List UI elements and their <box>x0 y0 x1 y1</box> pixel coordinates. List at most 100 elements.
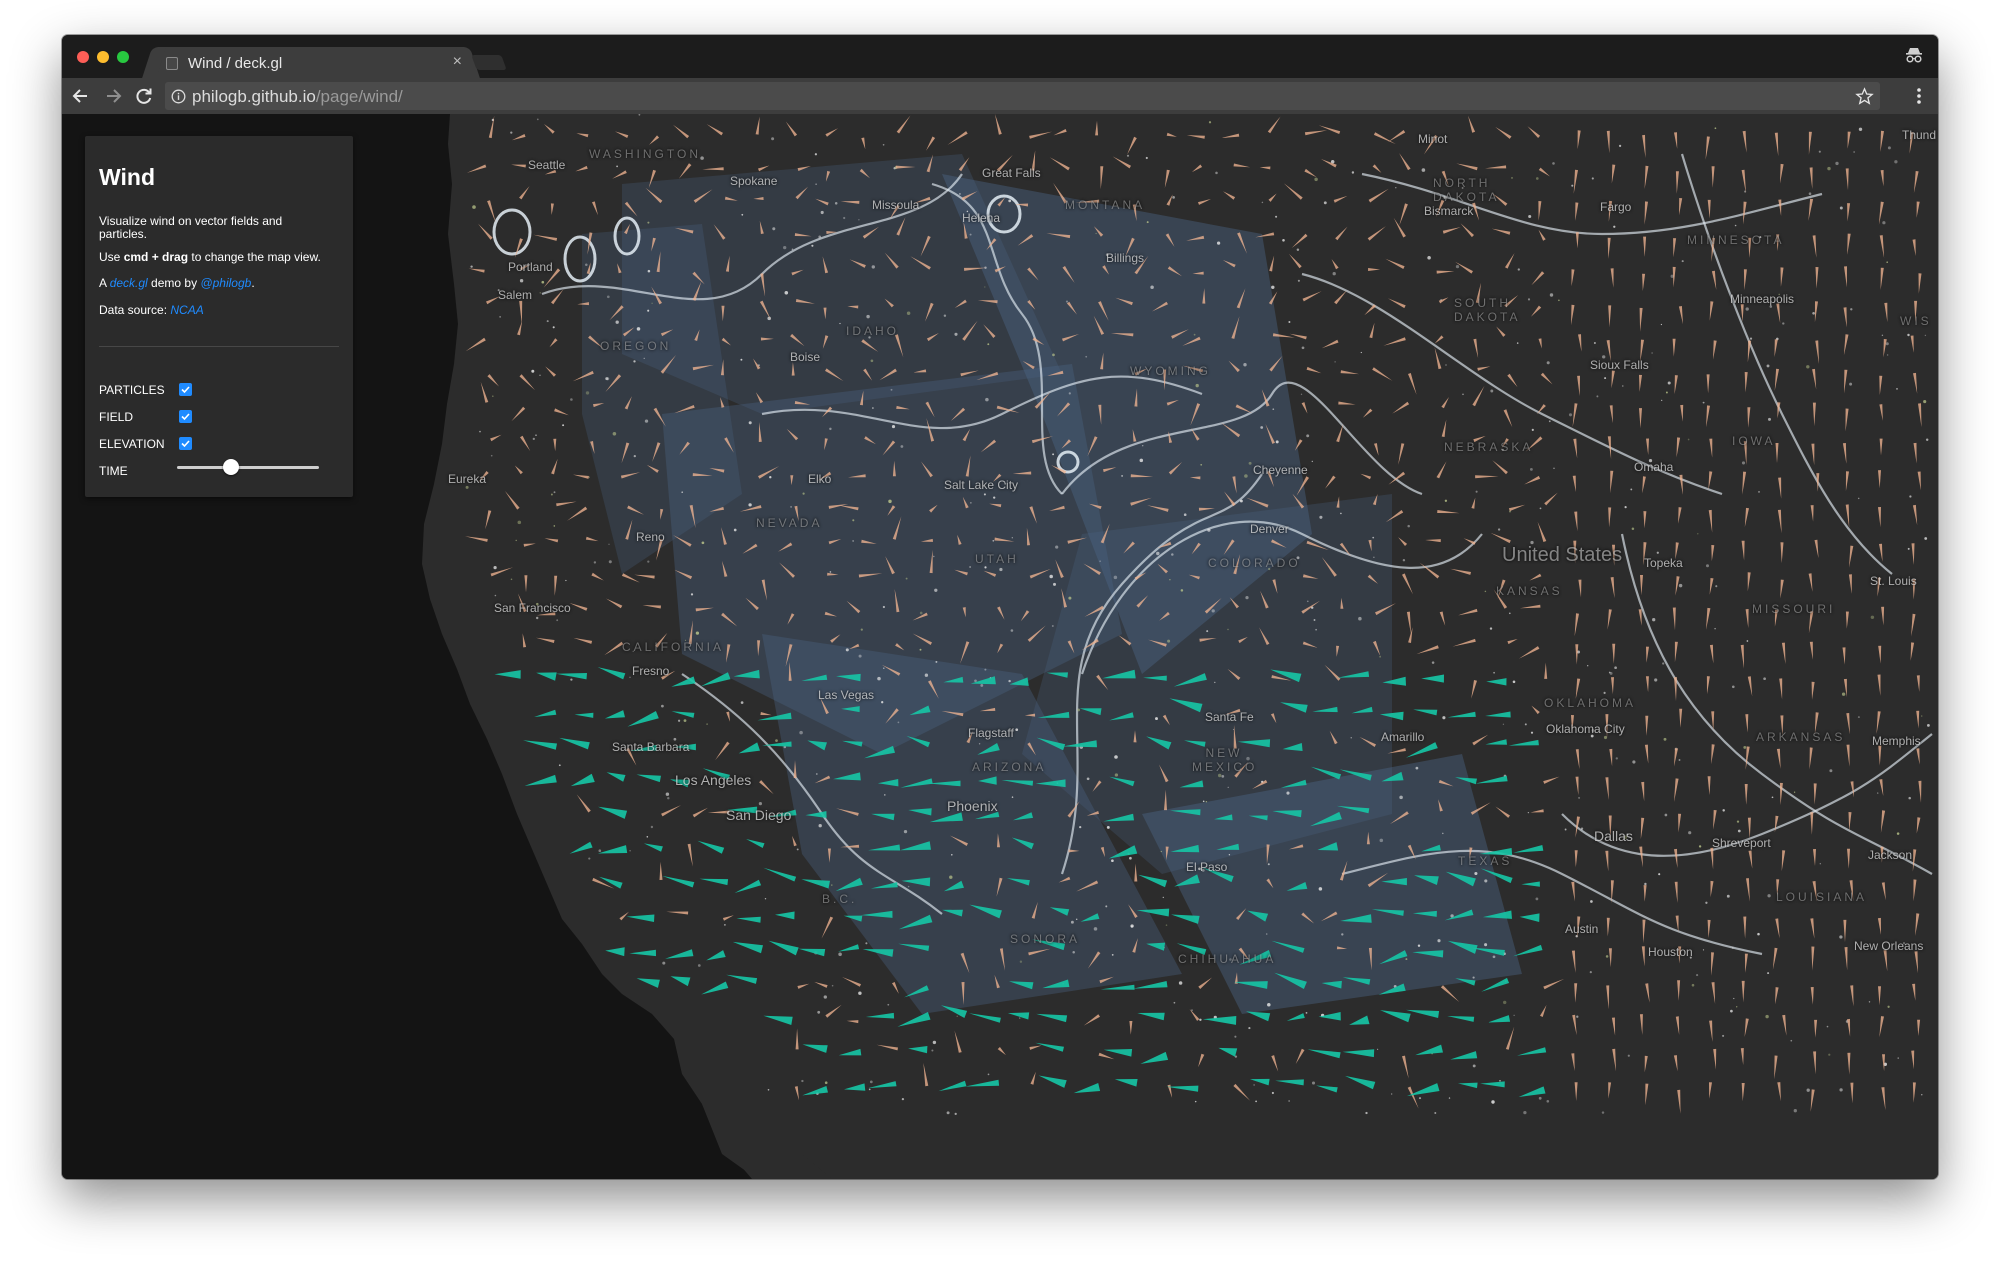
map-label-fresno: Fresno <box>632 664 670 678</box>
city-light-dot <box>1782 322 1785 325</box>
more-menu-icon[interactable] <box>1916 87 1922 105</box>
author-link[interactable]: @philogb <box>200 276 251 290</box>
city-light-dot <box>1462 393 1464 396</box>
map-label-dallas: Dallas <box>1594 828 1633 844</box>
city-light-dot <box>1052 353 1055 357</box>
city-light-dot <box>969 233 972 236</box>
map-label-chihuahua: CHIHUAHUA <box>1178 952 1277 966</box>
city-light-dot <box>954 332 958 336</box>
ncaa-link[interactable]: NCAA <box>170 303 203 317</box>
city-light-dot <box>1907 333 1910 337</box>
time-slider-track[interactable] <box>177 466 319 469</box>
reload-icon[interactable] <box>133 85 155 107</box>
city-light-dot <box>1358 616 1362 621</box>
city-light-dot <box>1227 628 1229 631</box>
city-light-dot <box>949 875 953 879</box>
city-light-dot <box>1765 1014 1769 1019</box>
city-light-dot <box>871 265 875 269</box>
city-light-dot <box>1632 760 1636 764</box>
city-light-dot <box>677 719 681 722</box>
city-light-dot <box>539 374 541 376</box>
city-light-dot <box>1887 1005 1890 1008</box>
city-light-dot <box>1105 905 1108 908</box>
city-light-dot <box>499 316 501 318</box>
city-light-dot <box>1731 946 1734 949</box>
map-label-louisiana: LOUISIANA <box>1776 890 1868 904</box>
city-light-dot <box>598 849 602 852</box>
map-viewport[interactable]: WASHINGTON Seattle Spokane Great Falls M… <box>62 114 1938 1179</box>
map-label-omaha: Omaha <box>1634 460 1674 474</box>
city-light-dot <box>1806 1088 1810 1092</box>
city-light-dot <box>1908 796 1911 800</box>
city-light-dot <box>701 541 705 545</box>
city-light-dot <box>1099 560 1101 562</box>
city-light-dot <box>1812 311 1815 315</box>
city-light-dot <box>570 678 573 681</box>
back-arrow-icon[interactable] <box>70 85 92 107</box>
city-light-dot <box>784 291 789 295</box>
city-light-dot <box>815 183 817 185</box>
city-light-dot <box>1484 879 1488 883</box>
info-icon[interactable] <box>171 89 186 104</box>
city-light-dot <box>1618 144 1622 148</box>
panel-description: Visualize wind on vector fields and part… <box>99 214 283 241</box>
maximize-window-button[interactable] <box>117 51 129 63</box>
deckgl-link[interactable]: deck.gl <box>110 276 148 290</box>
city-light-dot <box>1868 1001 1871 1003</box>
city-light-dot <box>650 825 654 829</box>
city-light-dot <box>633 360 636 363</box>
city-light-dot <box>1019 960 1023 963</box>
city-light-dot <box>1517 268 1520 271</box>
map-label-sioux-falls: Sioux Falls <box>1590 358 1649 372</box>
city-light-dot <box>1512 680 1516 684</box>
city-light-dot <box>706 723 708 725</box>
elevation-checkbox[interactable] <box>179 437 192 450</box>
city-light-dot <box>1415 766 1419 770</box>
minimize-window-button[interactable] <box>97 51 109 63</box>
particles-checkbox[interactable] <box>179 383 192 396</box>
city-light-dot <box>1405 958 1408 961</box>
map-label-amarillo: Amarillo <box>1381 730 1425 744</box>
city-light-dot <box>890 388 893 391</box>
city-light-dot <box>1858 127 1863 131</box>
city-light-dot <box>517 520 522 525</box>
city-light-dot <box>1535 177 1539 180</box>
map-label-seattle: Seattle <box>528 158 566 172</box>
close-window-button[interactable] <box>77 51 89 63</box>
city-light-dot <box>1722 1034 1725 1037</box>
map-label-oklahoma: OKLAHOMA <box>1544 696 1637 710</box>
tab-close-icon[interactable]: × <box>453 53 462 71</box>
city-light-dot <box>1894 160 1898 164</box>
city-light-dot <box>956 1015 958 1017</box>
city-light-dot <box>858 219 860 221</box>
city-light-dot <box>1150 285 1154 289</box>
bookmark-star-icon[interactable] <box>1855 87 1874 106</box>
city-light-dot <box>1513 1014 1515 1016</box>
map-label-boise: Boise <box>790 350 821 364</box>
city-light-dot <box>1474 871 1478 876</box>
map-label-billings: Billings <box>1106 251 1145 265</box>
map-label-iowa: IOWA <box>1732 434 1776 448</box>
city-light-dot <box>1395 187 1397 189</box>
time-slider-handle[interactable] <box>222 459 239 475</box>
city-light-dot <box>897 721 900 724</box>
city-light-dot <box>748 421 752 425</box>
city-light-dot <box>1688 831 1692 835</box>
city-light-dot <box>946 1111 950 1115</box>
field-checkbox[interactable] <box>179 410 192 423</box>
new-tab-button[interactable] <box>471 55 507 70</box>
tab-wind[interactable]: Wind / deck.gl × <box>154 47 468 79</box>
city-light-dot <box>1604 377 1607 380</box>
city-light-dot <box>501 211 504 214</box>
city-light-dot <box>1271 1091 1274 1095</box>
address-bar[interactable]: philogb.github.io/page/wind/ <box>165 82 1880 110</box>
city-light-dot <box>1015 728 1019 732</box>
city-light-dot <box>681 491 684 494</box>
city-light-dot <box>585 391 590 395</box>
city-light-dot <box>1736 1006 1738 1008</box>
city-light-dot <box>1511 177 1513 179</box>
forward-arrow-icon[interactable] <box>102 85 124 107</box>
city-light-dot <box>1745 307 1749 311</box>
control-panel: Wind Visualize wind on vector fields and… <box>85 136 353 497</box>
city-light-dot <box>553 525 556 527</box>
